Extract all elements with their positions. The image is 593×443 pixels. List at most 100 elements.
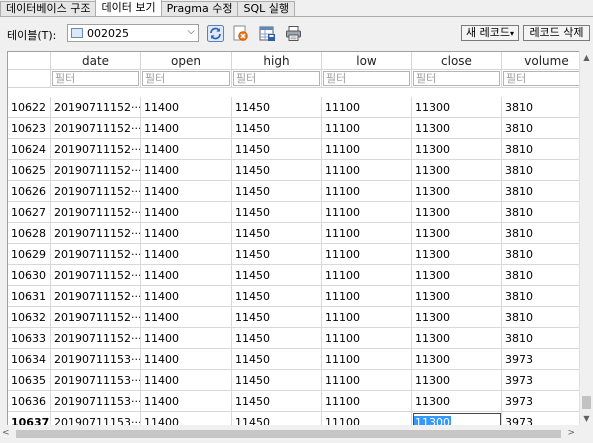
vertical-scroll-thumb[interactable] [582, 396, 591, 409]
column-header-high[interactable]: high [232, 52, 322, 70]
cell-high[interactable]: 11450 [232, 328, 322, 349]
scroll-left-icon[interactable]: < [2, 428, 10, 438]
cell-close[interactable]: 11300 [412, 265, 502, 286]
table-row[interactable]: 10629 20190711152··· 11400 11450 11100 11300 3… [8, 244, 593, 265]
table-row[interactable]: 10637 20190711153··· 11400 11450 11100 11300 3… [8, 412, 593, 426]
cell-date[interactable]: 20190711152··· [51, 286, 141, 307]
cell-low[interactable]: 11100 [322, 139, 412, 160]
cell-low[interactable]: 11100 [322, 286, 412, 307]
cell-low[interactable]: 11100 [322, 265, 412, 286]
cell-low[interactable]: 11100 [322, 118, 412, 139]
vertical-scrollbar[interactable]: ▲ ▼ [579, 51, 593, 425]
new-record-button[interactable]: 새 레코드▾ [461, 25, 519, 41]
cell-close[interactable]: 11300 [412, 328, 502, 349]
cell-close[interactable]: 11300 [412, 160, 502, 181]
table-row[interactable]: 10623 20190711152··· 11400 11450 11100 11300 3… [8, 118, 593, 139]
row-number-cell[interactable]: 10628 [8, 223, 51, 244]
cell-open[interactable]: 11400 [141, 223, 232, 244]
cell-open[interactable]: 11400 [141, 328, 232, 349]
scroll-right-icon[interactable]: > [567, 428, 575, 438]
cell-close[interactable]: 11300 [412, 391, 502, 412]
tab-edit-pragmas[interactable]: Pragma 수정 [160, 1, 239, 16]
tab-browse-data[interactable]: 데이터 보기 [95, 0, 162, 16]
column-header-open[interactable]: open [141, 52, 232, 70]
cell-high[interactable]: 11450 [232, 97, 322, 118]
cell-high[interactable]: 11450 [232, 139, 322, 160]
cell-low[interactable]: 11100 [322, 202, 412, 223]
row-number-cell[interactable]: 10625 [8, 160, 51, 181]
cell-high[interactable]: 11450 [232, 181, 322, 202]
cell-close[interactable]: 11300 [412, 370, 502, 391]
cell-low[interactable]: 11100 [322, 412, 412, 426]
cell-open[interactable]: 11400 [141, 286, 232, 307]
table-row[interactable]: 10628 20190711152··· 11400 11450 11100 11300 3… [8, 223, 593, 244]
scroll-down-icon[interactable]: ▼ [580, 414, 593, 423]
table-row[interactable]: 10631 20190711152··· 11400 11450 11100 11300 3… [8, 286, 593, 307]
horizontal-scrollbar[interactable]: < > [0, 425, 579, 443]
cell-high[interactable]: 11450 [232, 391, 322, 412]
cell-high[interactable]: 11450 [232, 223, 322, 244]
print-button[interactable] [284, 24, 303, 43]
column-header-date[interactable]: date [51, 52, 141, 70]
clear-filters-button[interactable] [231, 24, 250, 43]
cell-close[interactable]: 11300 [412, 181, 502, 202]
table-row[interactable]: 10622 20190711152··· 11400 11450 11100 11300 3… [8, 97, 593, 118]
table-row[interactable]: 10633 20190711152··· 11400 11450 11100 11300 3… [8, 328, 593, 349]
row-number-cell[interactable]: 10623 [8, 118, 51, 139]
row-number-cell[interactable]: 10636 [8, 391, 51, 412]
filter-input-volume[interactable]: 필터 [503, 71, 590, 86]
row-number-cell[interactable]: 10637 [8, 412, 51, 426]
table-row[interactable]: 10634 20190711153··· 11400 11450 11100 11300 3… [8, 349, 593, 370]
cell-close[interactable]: 11300 [412, 118, 502, 139]
tab-execute-sql[interactable]: SQL 실행 [237, 1, 295, 16]
cell-low[interactable]: 11100 [322, 223, 412, 244]
filter-input-low[interactable]: 필터 [323, 71, 410, 86]
cell-close[interactable]: 11300 [412, 223, 502, 244]
cell-open[interactable]: 11400 [141, 97, 232, 118]
cell-open[interactable]: 11400 [141, 202, 232, 223]
row-number-cell[interactable]: 10635 [8, 370, 51, 391]
cell-date[interactable]: 20190711152··· [51, 160, 141, 181]
table-row[interactable]: 10625 20190711152··· 11400 11450 11100 11300 3… [8, 160, 593, 181]
cell-low[interactable]: 11100 [322, 307, 412, 328]
cell-high[interactable]: 11450 [232, 265, 322, 286]
cell-date[interactable]: 20190711152··· [51, 118, 141, 139]
cell-low[interactable]: 11100 [322, 370, 412, 391]
cell-high[interactable]: 11450 [232, 307, 322, 328]
table-row[interactable]: 10635 20190711153··· 11400 11450 11100 11300 3… [8, 370, 593, 391]
cell-date[interactable]: 20190711152··· [51, 244, 141, 265]
row-number-cell[interactable]: 10631 [8, 286, 51, 307]
row-number-cell[interactable]: 10632 [8, 307, 51, 328]
table-select[interactable]: 002025 ⌵ [67, 24, 199, 42]
cell-high[interactable]: 11450 [232, 244, 322, 265]
cell-low[interactable]: 11100 [322, 97, 412, 118]
cell-date[interactable]: 20190711152··· [51, 328, 141, 349]
tab-database-structure[interactable]: 데이터베이스 구조 [0, 1, 97, 16]
cell-close[interactable]: 11300 [412, 97, 502, 118]
cell-close[interactable]: 11300 [412, 286, 502, 307]
cell-high[interactable]: 11450 [232, 412, 322, 426]
cell-close[interactable]: 11300 [412, 202, 502, 223]
cell-open[interactable]: 11400 [141, 160, 232, 181]
cell-open[interactable]: 11400 [141, 349, 232, 370]
cell-date[interactable]: 20190711152··· [51, 307, 141, 328]
horizontal-scroll-thumb[interactable] [16, 430, 561, 438]
cell-date[interactable]: 20190711152··· [51, 223, 141, 244]
cell-date[interactable]: 20190711152··· [51, 181, 141, 202]
table-row[interactable]: 10630 20190711152··· 11400 11450 11100 11300 3… [8, 265, 593, 286]
table-row[interactable]: 10624 20190711152··· 11400 11450 11100 11300 3… [8, 139, 593, 160]
column-header-close[interactable]: close [412, 52, 502, 70]
cell-open[interactable]: 11400 [141, 139, 232, 160]
refresh-button[interactable] [206, 24, 225, 43]
row-number-cell[interactable]: 10633 [8, 328, 51, 349]
cell-high[interactable]: 11450 [232, 286, 322, 307]
save-table-button[interactable] [258, 24, 277, 43]
row-number-cell[interactable]: 10622 [8, 97, 51, 118]
cell-date[interactable]: 20190711153··· [51, 370, 141, 391]
filter-input-high[interactable]: 필터 [233, 71, 320, 86]
column-header-low[interactable]: low [322, 52, 412, 70]
cell-low[interactable]: 11100 [322, 349, 412, 370]
cell-low[interactable]: 11100 [322, 391, 412, 412]
scroll-up-icon[interactable]: ▲ [580, 53, 593, 62]
cell-high[interactable]: 11450 [232, 118, 322, 139]
